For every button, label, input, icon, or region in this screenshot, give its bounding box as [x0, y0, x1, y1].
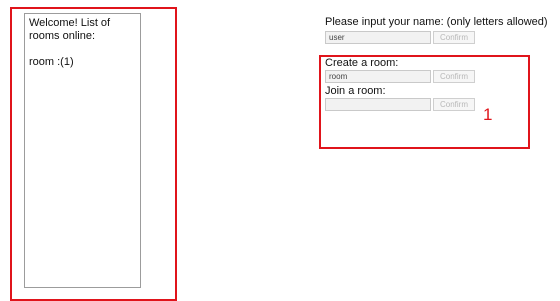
create-room-label: Create a room:: [325, 57, 399, 69]
create-room-confirm-button[interactable]: Confirm: [433, 70, 475, 83]
name-input[interactable]: [325, 31, 431, 44]
join-room-label: Join a room:: [325, 85, 386, 97]
join-room-input[interactable]: [325, 98, 431, 111]
annotation-number-1: 1: [483, 105, 493, 124]
name-prompt-label: Please input your name: (only letters al…: [325, 16, 548, 28]
rooms-online-panel: Welcome! List of rooms online: room :(1): [24, 13, 141, 288]
create-room-input[interactable]: [325, 70, 431, 83]
name-confirm-button[interactable]: Confirm: [433, 31, 475, 44]
join-room-confirm-button[interactable]: Confirm: [433, 98, 475, 111]
